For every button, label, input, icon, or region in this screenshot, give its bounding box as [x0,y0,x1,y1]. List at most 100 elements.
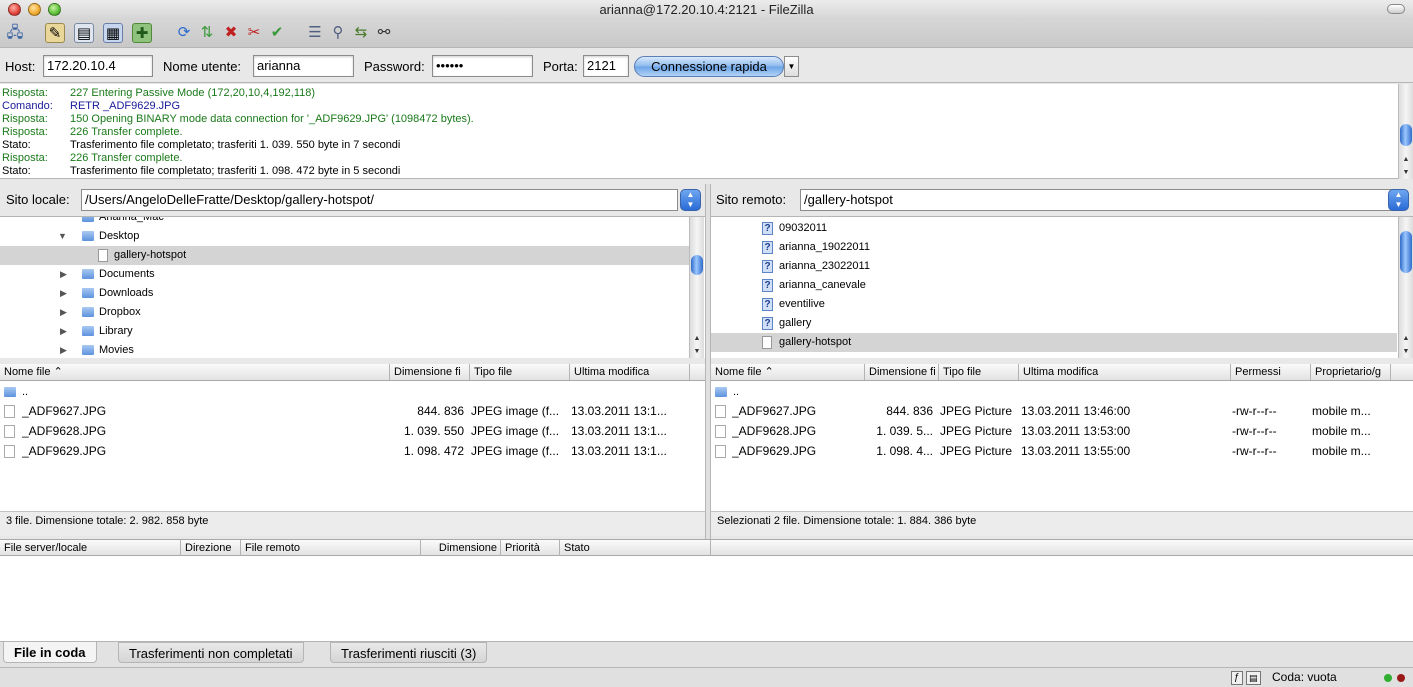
site-manager-icon[interactable]: 🖧 [5,23,25,43]
folder-icon [715,387,727,397]
password-input[interactable]: •••••• [432,55,533,77]
toolbar-toggle-button[interactable] [1387,4,1405,14]
sync-browsing-icon[interactable]: ⇆ [351,23,371,43]
table-row[interactable]: _ADF9628.JPG 1. 039. 5... JPEG Picture 13.0… [711,421,1413,441]
toggle-log-icon[interactable]: ✎ [45,23,65,43]
tree-item-remote[interactable]: ? eventilive [711,295,1413,314]
transfer-mode-icon[interactable]: ▤ [1246,671,1261,685]
reconnect-icon[interactable]: ✔ [267,23,287,43]
quickconnect-dropdown-icon[interactable]: ▼ [784,56,799,77]
scroll-down-icon[interactable]: ▼ [1399,169,1413,176]
minimize-window-button[interactable] [28,3,41,16]
remote-site-label: Sito remoto: [716,192,787,207]
message-log[interactable]: Risposta: 227 Entering Passive Mode (172,… [0,84,1413,179]
collapsed-triangle-icon[interactable]: ▶ [60,303,67,322]
log-scrollbar[interactable]: ▲ ▼ [1398,84,1413,179]
column-header-owner[interactable]: Proprietario/g [1311,364,1391,380]
tree-item-remote[interactable]: ? gallery [711,314,1413,333]
column-header-priority[interactable]: Priorità [501,540,560,556]
expanded-triangle-icon[interactable]: ▼ [58,227,67,246]
toggle-remote-tree-icon[interactable]: ▦ [103,23,123,43]
search-icon[interactable]: ⚯ [374,23,394,43]
table-row[interactable]: _ADF9628.JPG 1. 039. 550 JPEG image (f... 1… [0,421,705,441]
table-row[interactable]: _ADF9627.JPG 844. 836 JPEG Picture 13.03.20… [711,401,1413,421]
list-item-parent[interactable]: .. [0,382,705,402]
tab-failed-transfers[interactable]: Trasferimenti non completati [118,642,304,663]
remote-tree-scrollbar[interactable]: ▲ ▼ [1398,217,1413,358]
remote-tree-scrollbar-thumb[interactable] [1400,231,1412,273]
scroll-down-icon[interactable]: ▼ [1399,348,1413,355]
column-header-type[interactable]: Tipo file [470,364,570,380]
compare-directories-icon[interactable]: ⚲ [328,23,348,43]
column-header-status[interactable]: Stato [560,540,711,556]
column-header-direction[interactable]: Direzione [181,540,241,556]
column-header-filename[interactable]: Nome file ⌃ [711,364,865,380]
list-item-parent[interactable]: .. [711,382,1413,402]
remote-path-input[interactable]: /gallery-hotspot [800,189,1396,211]
transfer-queue-list[interactable] [0,556,1413,641]
local-tree-scrollbar[interactable]: ▲ ▼ [689,217,704,358]
scroll-up-icon[interactable]: ▲ [1399,335,1413,342]
log-scrollbar-thumb[interactable] [1400,124,1412,146]
tree-item-remote[interactable]: ? arianna_23022011 [711,257,1413,276]
file-icon [4,445,15,458]
collapsed-triangle-icon[interactable]: ▶ [60,265,67,284]
tree-item-arianna-mac[interactable]: Arianna_Mac [0,217,705,227]
tree-item-library[interactable]: ▶ Library [0,322,705,341]
close-window-button[interactable] [8,3,21,16]
column-header-remote-file[interactable]: File remoto [241,540,421,556]
remote-path-dropdown-icon[interactable]: ▲ ▼ [1388,189,1409,211]
host-input[interactable]: 172.20.10.4 [43,55,153,77]
collapsed-triangle-icon[interactable]: ▶ [60,341,67,358]
column-header-modified[interactable]: Ultima modifica [570,364,690,380]
quickconnect-button[interactable]: Connessione rapida [634,56,784,77]
cancel-operation-icon[interactable]: ✖ [221,23,241,43]
disconnect-icon[interactable]: ✂ [244,23,264,43]
tree-item-remote[interactable]: gallery-hotspot [711,333,1397,352]
toggle-local-tree-icon[interactable]: ▤ [74,23,94,43]
column-header-size[interactable]: Dimensione fi [865,364,939,380]
refresh-icon[interactable]: ⟳ [174,23,194,43]
tree-item-documents[interactable]: ▶ Documents [0,265,705,284]
collapsed-triangle-icon[interactable]: ▶ [60,322,67,341]
local-tree-scrollbar-thumb[interactable] [691,255,703,275]
local-path-input[interactable]: /Users/AngeloDelleFratte/Desktop/gallery… [81,189,678,211]
tab-queued-files[interactable]: File in coda [3,642,97,663]
tree-item-movies[interactable]: ▶ Movies [0,341,705,358]
tree-item-downloads[interactable]: ▶ Downloads [0,284,705,303]
folder-icon [82,231,94,241]
scroll-up-icon[interactable]: ▲ [690,335,704,342]
table-row[interactable]: _ADF9627.JPG 844. 836 JPEG image (f... 13.0… [0,401,705,421]
queue-tabs: File in coda Trasferimenti non completat… [0,641,1413,667]
table-row[interactable]: _ADF9629.JPG 1. 098. 472 JPEG image (f... 1… [0,441,705,461]
scroll-down-icon[interactable]: ▼ [690,348,704,355]
tree-item-remote[interactable]: ? arianna_canevale [711,276,1413,295]
tree-item-gallery-hotspot[interactable]: gallery-hotspot [0,246,689,265]
tab-successful-transfers[interactable]: Trasferimenti riusciti (3) [330,642,488,663]
tree-item-remote[interactable]: ? arianna_19022011 [711,238,1413,257]
username-input[interactable]: arianna [253,55,354,77]
column-header-size[interactable]: Dimensione [421,540,501,556]
tree-item-desktop[interactable]: ▼ Desktop [0,227,705,246]
title-bar: arianna@172.20.10.4:2121 - FileZilla [0,0,1413,20]
local-path-dropdown-icon[interactable]: ▲ ▼ [680,189,701,211]
column-header-permissions[interactable]: Permessi [1231,364,1311,380]
port-input[interactable]: 2121 [583,55,629,77]
scroll-up-icon[interactable]: ▲ [1399,156,1413,163]
column-header-local-file[interactable]: File server/locale [0,540,181,556]
toggle-queue-icon[interactable]: ✚ [132,23,152,43]
table-row[interactable]: _ADF9629.JPG 1. 098. 4... JPEG Picture 13.0… [711,441,1413,461]
column-header-filename[interactable]: Nome file ⌃ [0,364,390,380]
column-header-size[interactable]: Dimensione fi [390,364,470,380]
collapsed-triangle-icon[interactable]: ▶ [60,284,67,303]
queue-header: File server/locale Direzione File remoto… [0,539,711,556]
column-header-modified[interactable]: Ultima modifica [1019,364,1231,380]
tree-item-dropbox[interactable]: ▶ Dropbox [0,303,705,322]
zoom-window-button[interactable] [48,3,61,16]
process-queue-icon[interactable]: ⇅ [197,23,217,43]
directory-filter-icon[interactable]: ☰ [305,23,325,43]
filter-icon[interactable]: ƒ [1231,671,1243,685]
column-header-type[interactable]: Tipo file [939,364,1019,380]
log-text: 150 Opening BINARY mode data connection … [70,113,474,125]
tree-item-remote[interactable]: ? 09032011 [711,219,1413,238]
